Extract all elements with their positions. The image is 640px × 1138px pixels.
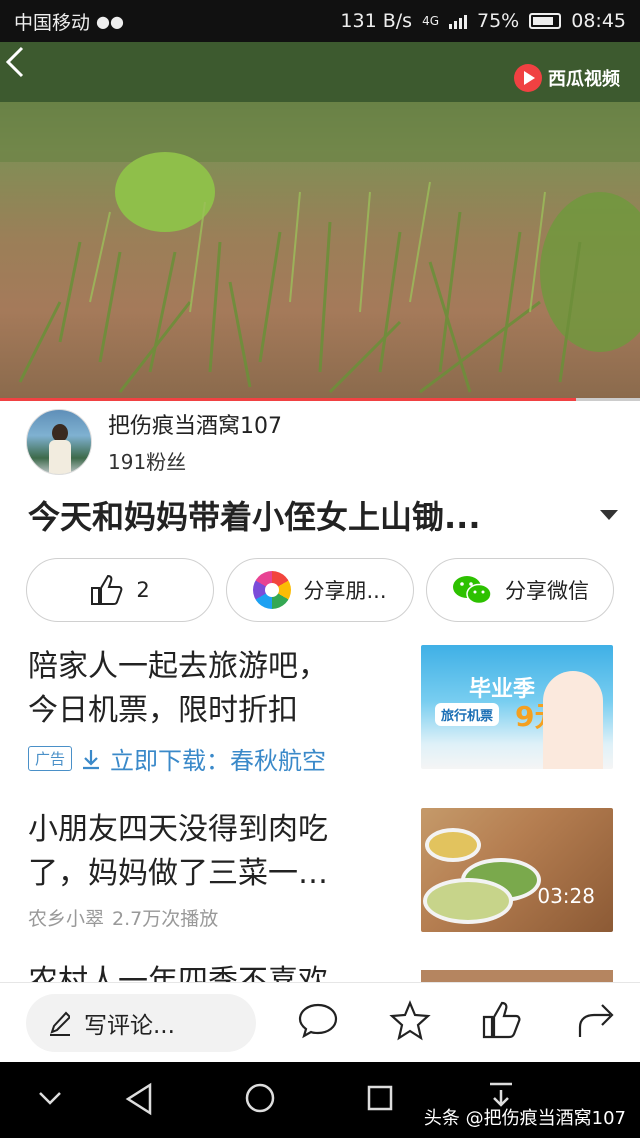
- avatar[interactable]: [26, 408, 92, 475]
- partial-feed-item[interactable]: 农村人一年四季不喜欢: [28, 960, 613, 984]
- article-title: 今天和妈妈带着小侄女上山锄...: [28, 498, 481, 536]
- thumbs-up-icon: [91, 574, 123, 605]
- like-icon[interactable]: [480, 999, 524, 1043]
- video-feed-item[interactable]: 小朋友四天没得到肉吃 了，妈妈做了三菜一… 农乡小翠 2.7万次播放 03:28: [28, 808, 618, 934]
- video-duration: 03:28: [537, 884, 595, 908]
- video-title-line2: 了，妈妈做了三菜一…: [28, 856, 328, 891]
- ad-thumb-tag: 旅行机票: [435, 703, 500, 726]
- battery-percent: 75%: [477, 10, 520, 32]
- carrier-label: 中国移动: [14, 11, 91, 34]
- nav-recents-icon[interactable]: [366, 1084, 394, 1112]
- clock: 08:45: [571, 10, 626, 32]
- video-thumbnail[interactable]: 03:28: [421, 808, 613, 932]
- expand-caret-icon[interactable]: [600, 510, 618, 520]
- toutiao-watermark: 头条 @把伤痕当酒窝107: [423, 1108, 626, 1129]
- share-wechat-button[interactable]: 分享微信: [426, 558, 614, 622]
- share-moments-button[interactable]: 分享朋...: [226, 558, 414, 622]
- play-icon: [514, 64, 542, 92]
- wechat-icon: [453, 576, 492, 605]
- back-arrow-icon[interactable]: [0, 42, 30, 82]
- ad-thumbnail[interactable]: 毕业季 旅行机票 9元起: [421, 645, 613, 769]
- video-player[interactable]: 西瓜视频: [0, 42, 640, 400]
- wechat-notification-icon: ●●: [96, 11, 124, 31]
- video-frame: [0, 42, 640, 394]
- bottom-action-bar: 写评论...: [0, 982, 640, 1062]
- article-title-row[interactable]: 今天和妈妈带着小侄女上山锄...: [28, 492, 618, 538]
- ad-badge: 广告: [28, 746, 73, 771]
- author-row[interactable]: 把伤痕当酒窝107 191粉丝: [26, 408, 282, 475]
- download-icon: [83, 749, 100, 769]
- favorite-star-icon[interactable]: [388, 999, 432, 1043]
- video-plays: 2.7万次播放: [112, 908, 219, 930]
- signal-icon: [449, 13, 467, 29]
- ad-download-label: 立即下载：春秋航空: [110, 747, 327, 775]
- like-count: 2: [136, 578, 150, 602]
- ad-feed-item[interactable]: 陪家人一起去旅游吧， 今日机票，限时折扣 广告 立即下载：春秋航空 毕业季 旅行…: [28, 645, 618, 775]
- video-source[interactable]: 农乡小翠: [28, 904, 104, 931]
- brand-label: 西瓜视频: [548, 69, 620, 90]
- ad-title-line2: 今日机票，限时折扣: [28, 693, 298, 728]
- nav-home-icon[interactable]: [244, 1082, 276, 1114]
- ad-title-line1: 陪家人一起去旅游吧，: [28, 649, 328, 684]
- comment-icon[interactable]: [296, 999, 340, 1043]
- share-moments-label: 分享朋...: [303, 579, 387, 603]
- video-progress-bar[interactable]: [0, 398, 640, 401]
- video-progress-fill: [0, 398, 576, 401]
- battery-icon: [529, 13, 562, 29]
- author-name[interactable]: 把伤痕当酒窝107: [108, 408, 282, 440]
- comment-input[interactable]: 写评论...: [26, 993, 256, 1052]
- xigua-video-logo: 西瓜视频: [514, 64, 620, 92]
- status-bar: 中国移动 ●● 131 B/s 4G 75% 08:45: [0, 0, 640, 42]
- moments-icon: [253, 571, 292, 609]
- author-fans-count: 191粉丝: [108, 450, 187, 474]
- network-type: 4G: [422, 14, 439, 28]
- like-button[interactable]: 2: [26, 558, 214, 622]
- video-title-line1: 小朋友四天没得到肉吃: [28, 812, 328, 847]
- pen-icon: [50, 1011, 70, 1036]
- share-wechat-label: 分享微信: [505, 579, 589, 603]
- network-speed: 131 B/s: [340, 10, 413, 32]
- share-icon[interactable]: [574, 999, 618, 1043]
- chevron-down-icon[interactable]: [36, 1088, 64, 1108]
- comment-placeholder: 写评论...: [84, 1012, 175, 1039]
- action-buttons: 2 分享朋... 分享微信: [26, 558, 614, 622]
- ad-thumb-person: [543, 671, 603, 769]
- nav-back-icon[interactable]: [124, 1082, 154, 1116]
- ad-download-link[interactable]: 立即下载：春秋航空: [80, 741, 326, 776]
